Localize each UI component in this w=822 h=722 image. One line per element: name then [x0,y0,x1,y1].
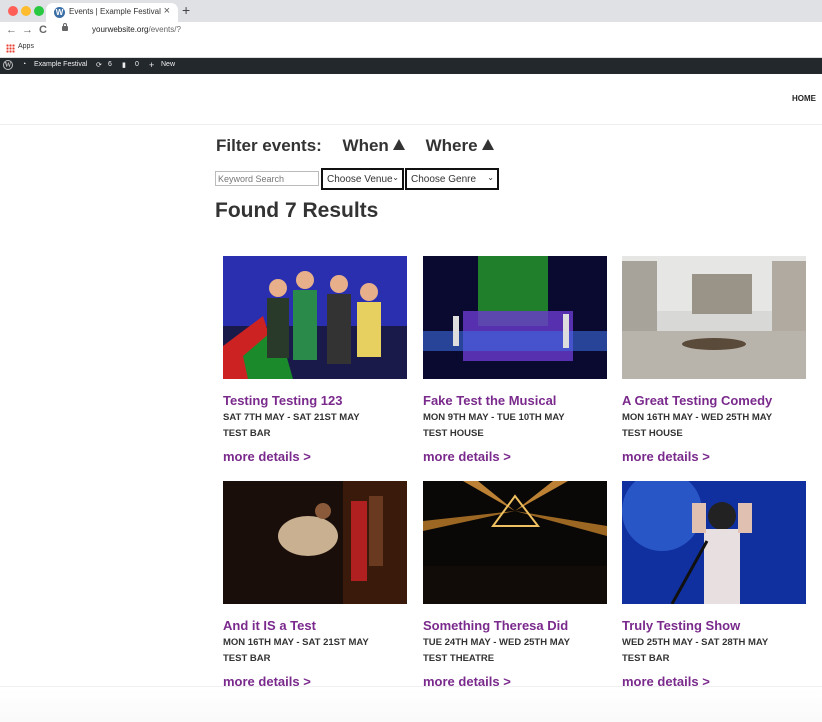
new-tab-button[interactable]: + [182,2,190,18]
event-image[interactable] [223,256,407,379]
close-window-button[interactable] [8,6,18,16]
keyword-search-input[interactable] [215,171,319,186]
comments-icon[interactable]: ▮ [122,61,126,69]
venue-select-value: Choose Venue [327,174,393,185]
where-toggle[interactable]: Where [426,136,494,155]
tab-close-icon[interactable]: × [164,5,170,17]
event-title-link[interactable]: Fake Test the Musical [423,393,607,408]
event-venue: TEST BAR [223,653,271,664]
minimize-window-button[interactable] [21,6,31,16]
event-dates: MON 16TH MAY - SAT 21ST MAY [223,637,369,648]
event-image[interactable] [622,256,806,379]
wp-admin-bar: W ◔ Example Festival ⟳ 6 ▮ 0 + New [0,58,822,74]
more-details-link[interactable]: more details > [622,449,806,464]
event-dates: WED 25TH MAY - SAT 28TH MAY [622,637,769,648]
browser-tab-bar: W Events | Example Festival × + [0,0,822,22]
venue-select[interactable]: Choose Venue ⌄ [321,168,404,190]
event-venue: TEST HOUSE [622,428,683,439]
event-image[interactable] [423,256,607,379]
apps-grid-icon[interactable] [6,44,15,53]
event-card: Truly Testing Show WED 25TH MAY - SAT 28… [622,481,806,689]
triangle-up-icon [481,139,494,150]
filter-row: Filter events: When Where [216,136,510,156]
triangle-up-icon [392,139,405,150]
when-label: When [342,136,389,155]
site-name-link[interactable]: Example Festival [34,61,87,68]
forward-button[interactable]: → [22,24,33,36]
tab-title: Events | Example Festival [69,7,161,16]
where-label: Where [425,136,478,155]
event-dates: MON 16TH MAY - WED 25TH MAY [622,412,773,423]
comments-count[interactable]: 0 [135,61,139,68]
event-title-link[interactable]: A Great Testing Comedy [622,393,806,408]
url-host: yourwebsite.org [92,25,149,34]
wordpress-favicon-icon: W [54,7,65,18]
event-card: Testing Testing 123 SAT 7TH MAY - SAT 21… [223,256,407,464]
event-image[interactable] [223,481,407,604]
site-header: HOME [0,74,822,125]
browser-tab[interactable]: W Events | Example Festival × [46,3,178,22]
event-venue: TEST HOUSE [423,428,484,439]
genre-select-value: Choose Genre [411,174,477,185]
genre-select[interactable]: Choose Genre ⌄ [405,168,499,190]
event-card: And it IS a Test MON 16TH MAY - SAT 21ST… [223,481,407,689]
dashboard-icon[interactable]: ◔ [22,61,26,68]
event-venue: TEST BAR [223,428,271,439]
address-bar[interactable]: yourwebsite.org/events/? [92,25,181,34]
filter-label: Filter events: [216,136,322,155]
event-image[interactable] [423,481,607,604]
event-title-link[interactable]: Testing Testing 123 [223,393,407,408]
more-details-link[interactable]: more details > [423,449,607,464]
event-card: Fake Test the Musical MON 9TH MAY - TUE … [423,256,607,464]
event-dates: MON 9TH MAY - TUE 10TH MAY [423,412,565,423]
wordpress-logo-icon[interactable]: W [3,60,13,70]
results-heading: Found 7 Results [215,199,379,222]
url-path: /events/? [148,25,181,34]
maximize-window-button[interactable] [34,6,44,16]
reload-button[interactable]: C [39,24,47,36]
event-image[interactable] [622,481,806,604]
browser-toolbar: ← → C yourwebsite.org/events/? [0,22,822,40]
plus-icon[interactable]: + [149,60,154,70]
when-toggle[interactable]: When [343,136,405,155]
event-venue: TEST THEATRE [423,653,495,664]
nav-home-link[interactable]: HOME [792,94,816,103]
new-content-link[interactable]: New [161,61,175,68]
lock-icon [62,23,68,31]
event-venue: TEST BAR [622,653,670,664]
page-bottom-edge [0,686,822,722]
chevron-down-icon: ⌄ [487,173,494,182]
event-card: A Great Testing Comedy MON 16TH MAY - WE… [622,256,806,464]
updates-count[interactable]: 6 [108,61,112,68]
apps-bookmark[interactable]: Apps [18,43,34,50]
event-title-link[interactable]: Something Theresa Did [423,618,607,633]
back-button[interactable]: ← [6,24,17,36]
event-dates: TUE 24TH MAY - WED 25TH MAY [423,637,570,648]
updates-icon[interactable]: ⟳ [96,61,102,69]
more-details-link[interactable]: more details > [223,449,407,464]
event-dates: SAT 7TH MAY - SAT 21ST MAY [223,412,360,423]
event-title-link[interactable]: Truly Testing Show [622,618,806,633]
event-title-link[interactable]: And it IS a Test [223,618,407,633]
bookmarks-bar: Apps [0,40,822,58]
chevron-down-icon: ⌄ [392,173,399,182]
event-card: Something Theresa Did TUE 24TH MAY - WED… [423,481,607,689]
